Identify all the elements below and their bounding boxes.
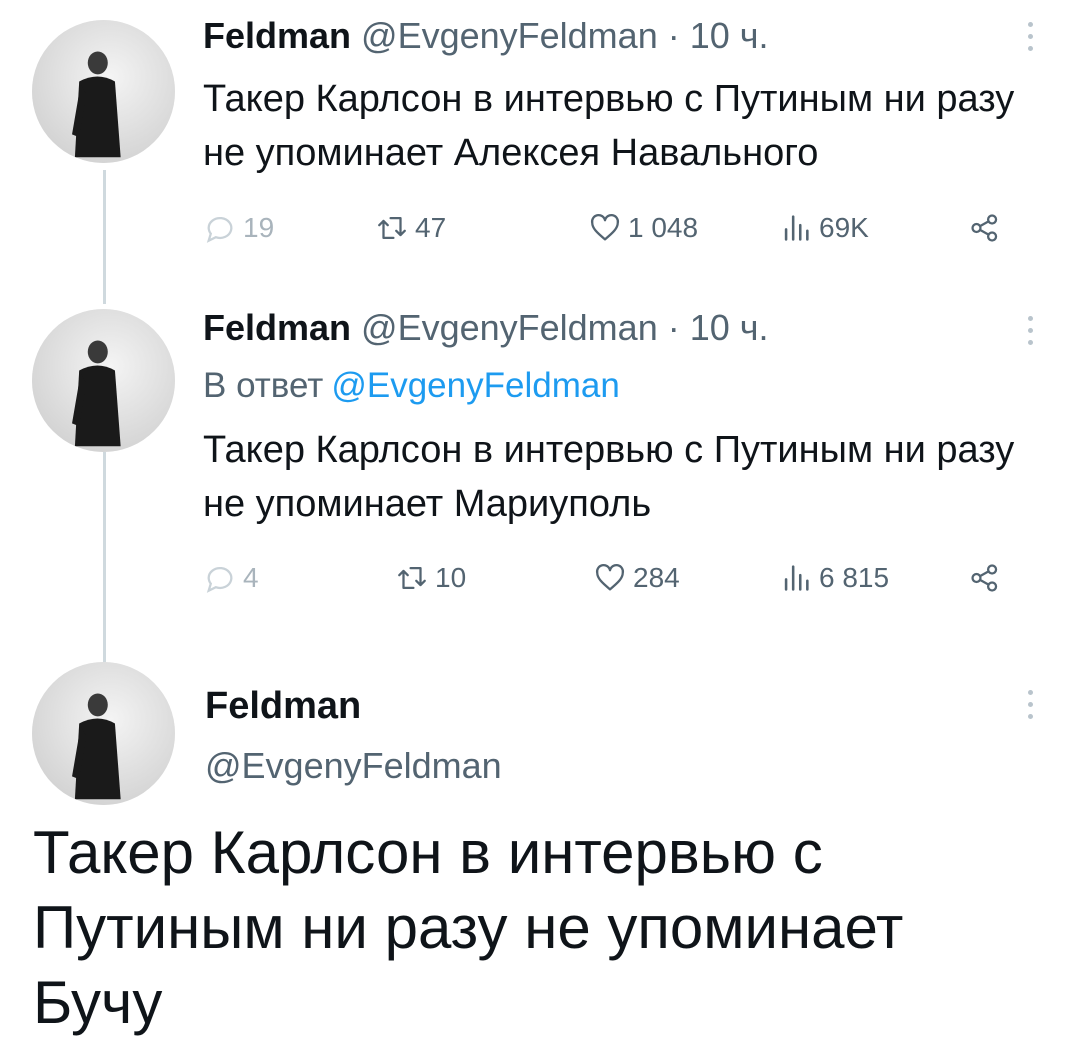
author-handle[interactable]: @EvgenyFeldman bbox=[361, 307, 658, 348]
thread-line bbox=[103, 170, 106, 304]
views-icon bbox=[784, 215, 809, 241]
tweet-header: Feldman @EvgenyFeldman · 10 ч. bbox=[203, 306, 769, 350]
author-handle[interactable]: @EvgenyFeldman bbox=[205, 742, 502, 790]
main-tweet-text: Такер Карлсон в интервью с Путиным ни ра… bbox=[33, 819, 904, 1036]
views-icon bbox=[784, 565, 809, 591]
like-count: 1 048 bbox=[628, 212, 699, 243]
reply-button[interactable]: 19 bbox=[203, 208, 274, 248]
more-icon[interactable] bbox=[1024, 316, 1036, 345]
heart-icon bbox=[595, 563, 625, 591]
tweet-text: Такер Карлсон в интервью с Путиным ни ра… bbox=[203, 429, 1015, 525]
author-name[interactable]: Feldman bbox=[203, 15, 351, 56]
reply-context: В ответ @EvgenyFeldman bbox=[203, 364, 620, 408]
avatar[interactable] bbox=[32, 309, 175, 452]
reply-prefix: В ответ bbox=[203, 366, 324, 405]
thread-line bbox=[103, 452, 106, 665]
tweet-time[interactable]: · 10 ч. bbox=[668, 307, 769, 348]
retweet-count: 47 bbox=[415, 212, 447, 243]
views-count: 6 815 bbox=[819, 562, 890, 593]
heart-icon bbox=[590, 213, 620, 241]
reply-button[interactable]: 4 bbox=[203, 558, 259, 598]
retweet-count: 10 bbox=[435, 562, 467, 593]
more-icon[interactable] bbox=[1024, 22, 1036, 51]
avatar-photo bbox=[32, 662, 175, 805]
reply-icon bbox=[206, 217, 233, 243]
tweet-text: Такер Карлсон в интервью с Путиным ни ра… bbox=[203, 78, 1015, 174]
like-button[interactable]: 1 048 bbox=[588, 208, 698, 248]
avatar[interactable] bbox=[32, 20, 175, 163]
reply-icon bbox=[206, 567, 233, 593]
like-button[interactable]: 284 bbox=[593, 558, 680, 598]
retweet-icon bbox=[398, 566, 426, 590]
reply-mention-link[interactable]: @EvgenyFeldman bbox=[331, 366, 619, 405]
like-count: 284 bbox=[633, 562, 680, 593]
reply-count: 4 bbox=[243, 562, 259, 593]
tweet-time[interactable]: · 10 ч. bbox=[668, 15, 769, 56]
more-icon[interactable] bbox=[1024, 690, 1036, 719]
retweet-icon bbox=[378, 216, 406, 240]
avatar-photo bbox=[32, 309, 175, 452]
avatar-photo bbox=[32, 20, 175, 163]
avatar[interactable] bbox=[32, 662, 175, 805]
share-icon bbox=[971, 214, 998, 242]
retweet-button[interactable]: 47 bbox=[375, 208, 446, 248]
share-icon bbox=[971, 564, 998, 592]
share-button[interactable] bbox=[968, 208, 1002, 248]
author-name[interactable]: Feldman bbox=[203, 307, 351, 348]
author-name[interactable]: Feldman bbox=[205, 682, 361, 730]
retweet-button[interactable]: 10 bbox=[395, 558, 466, 598]
views-button[interactable]: 6 815 bbox=[779, 558, 889, 598]
tweet-actions: 19 47 1 048 69K bbox=[203, 208, 1023, 248]
author-handle[interactable]: @EvgenyFeldman bbox=[361, 15, 658, 56]
tweet-actions: 4 10 284 6 815 bbox=[203, 558, 1023, 598]
tweet-header: Feldman @EvgenyFeldman · 10 ч. bbox=[203, 14, 769, 58]
views-count: 69K bbox=[819, 212, 869, 243]
share-button[interactable] bbox=[968, 558, 1002, 598]
views-button[interactable]: 69K bbox=[779, 208, 869, 248]
reply-count: 19 bbox=[243, 212, 275, 243]
